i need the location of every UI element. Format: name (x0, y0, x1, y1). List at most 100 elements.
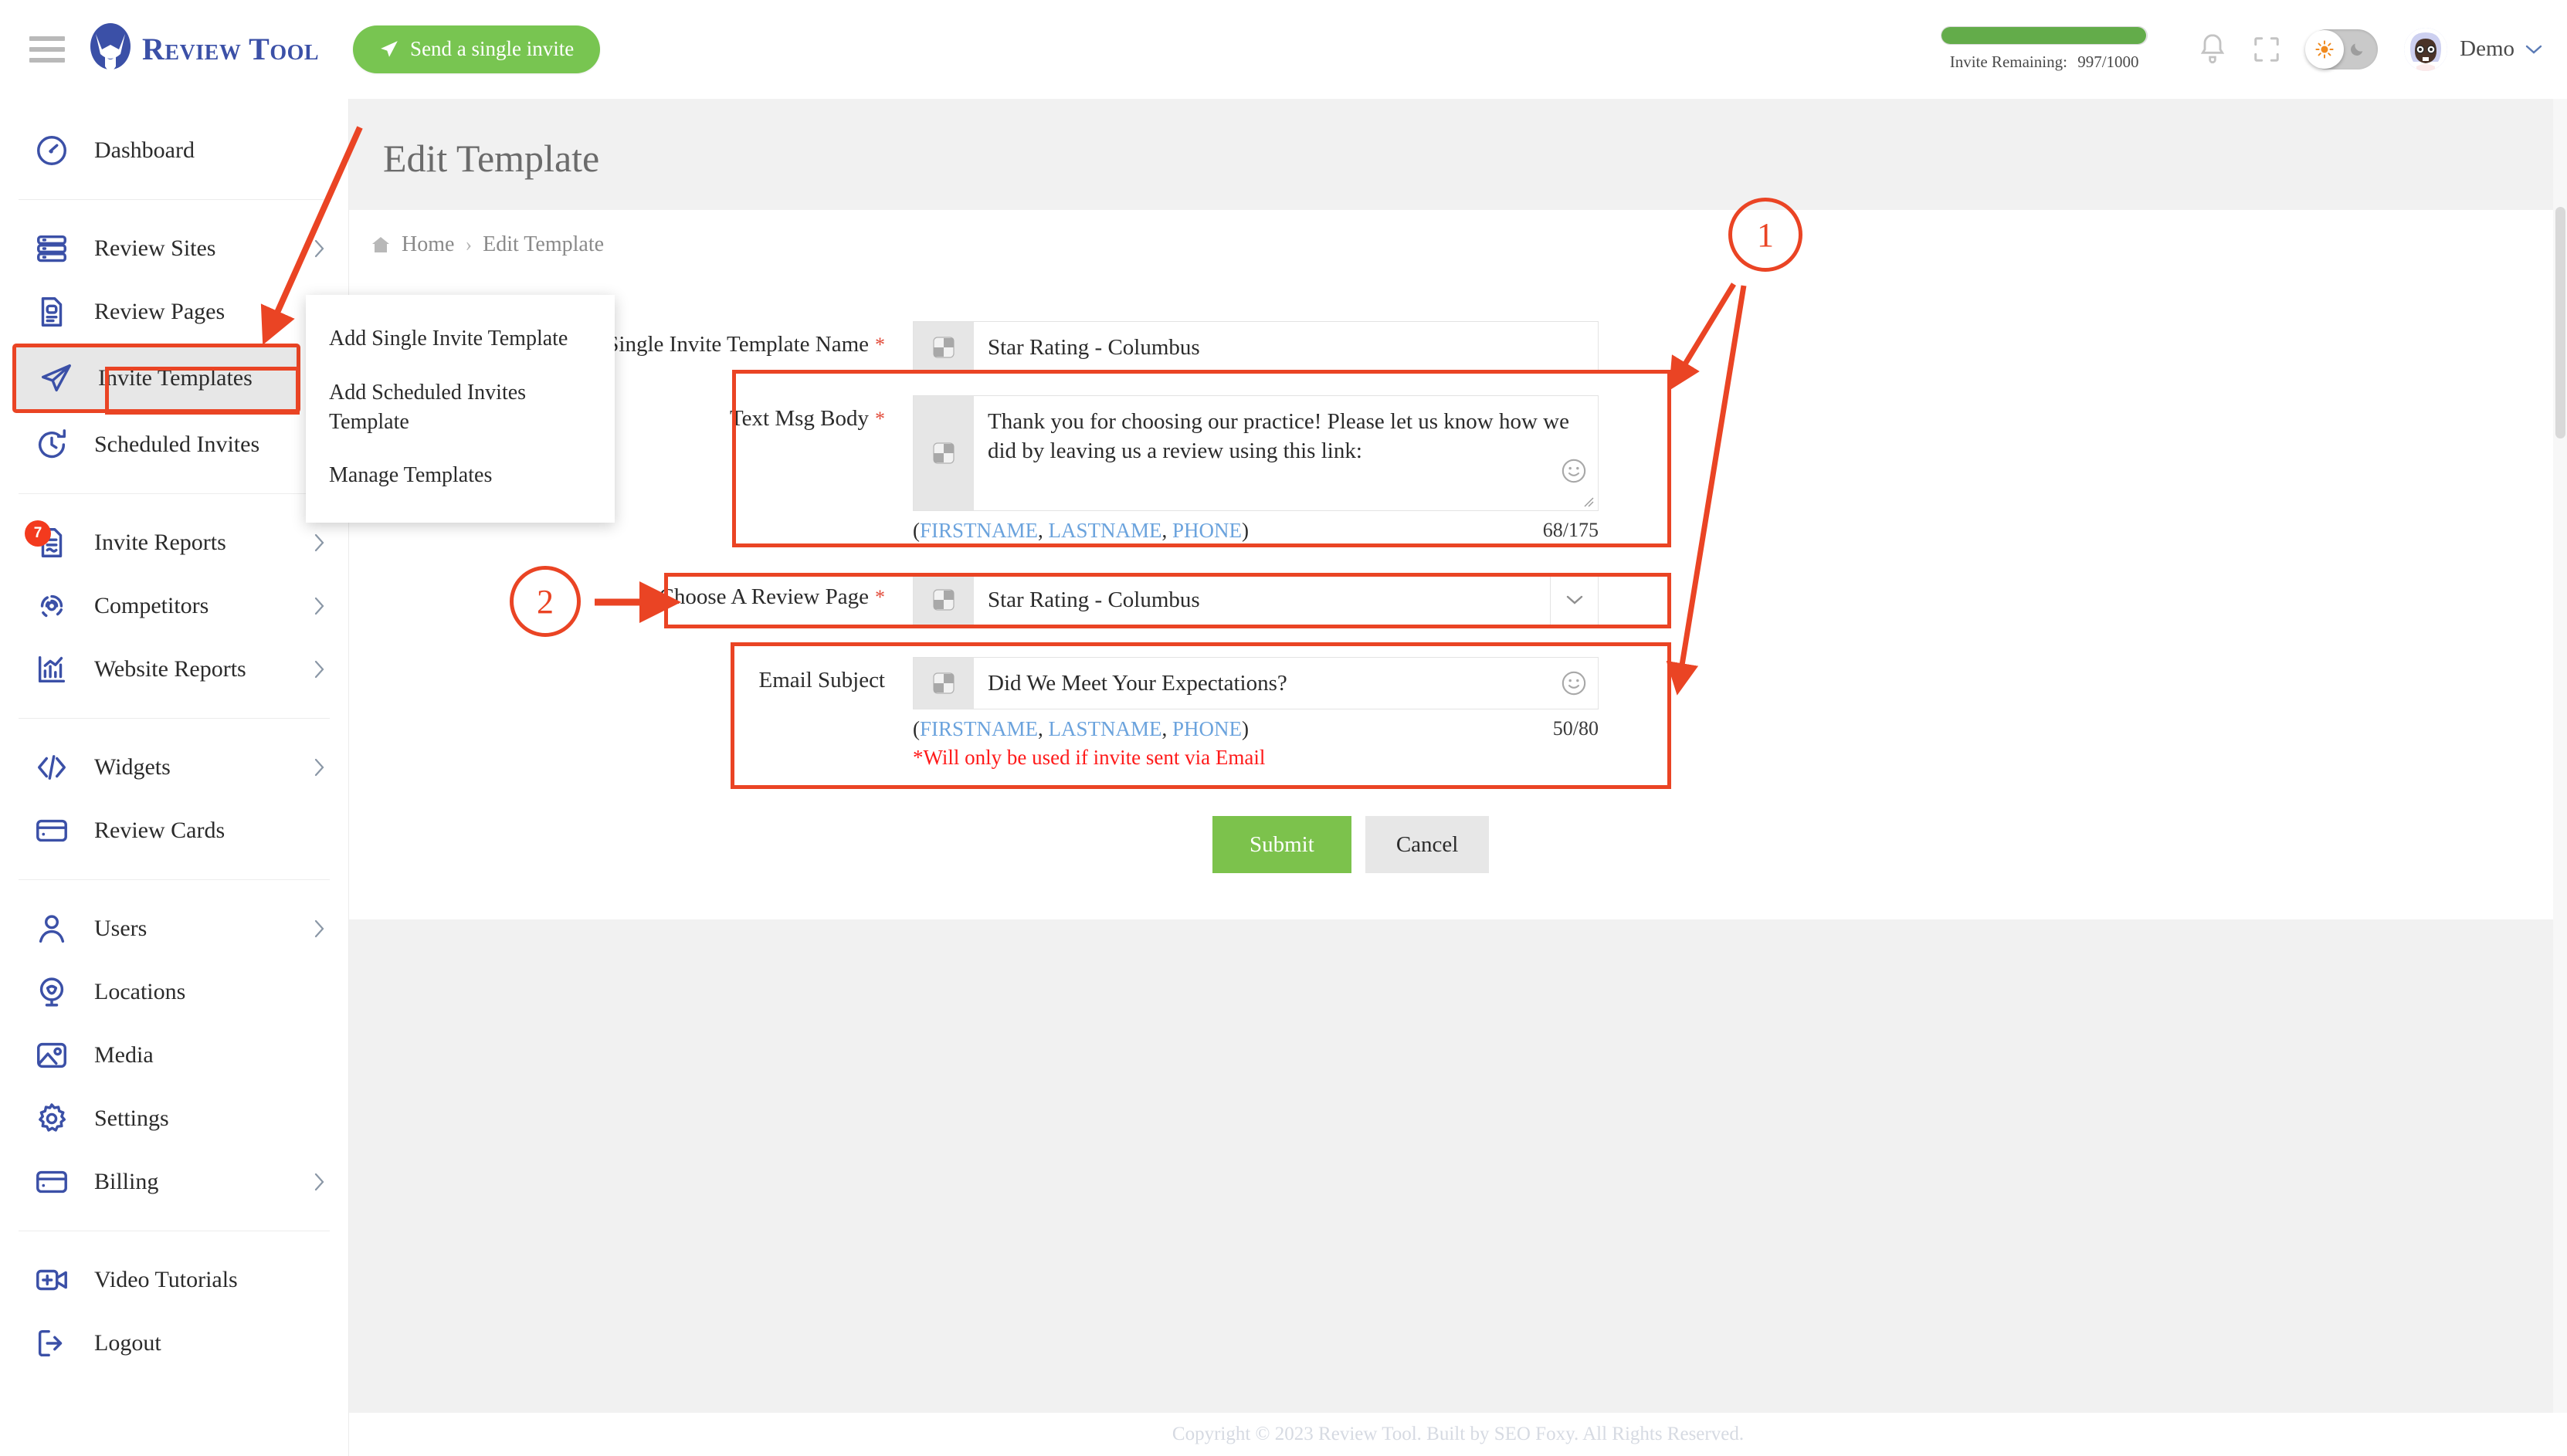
sidebar-item-dashboard[interactable]: Dashboard (0, 119, 348, 182)
text-msg-body-helper: (FIRSTNAME, LASTNAME, PHONE) 68/175 (913, 519, 1599, 543)
submenu-item-0[interactable]: Add Single Invite Template (306, 312, 615, 366)
image-icon (34, 1038, 74, 1072)
sidebar-badge-invite-reports: 7 (25, 520, 51, 547)
sidebar-item-label: Billing (94, 1169, 159, 1194)
template-name-input-group (913, 321, 1599, 374)
scrollbar-thumb[interactable] (2555, 207, 2565, 438)
form-row-email-subject: Email Subject Did We Meet Your Expectati… (349, 637, 2567, 780)
code-brackets-icon (37, 755, 66, 780)
sidebar-item-label: Review Sites (94, 235, 216, 261)
checkerboard-icon (933, 337, 955, 358)
token-phone[interactable]: PHONE (1172, 717, 1242, 740)
email-subject-char-counter: 50/80 (1552, 717, 1599, 740)
send-single-invite-button[interactable]: Send a single invite (353, 25, 601, 73)
chevron-down-icon[interactable] (2525, 44, 2542, 55)
chevron-right-icon (314, 597, 324, 615)
required-asterisk: * (875, 334, 885, 356)
page-document-icon (34, 295, 74, 329)
textarea-resize-handle[interactable] (1580, 493, 1594, 507)
person-icon (34, 912, 74, 946)
top-bar-right-cluster: Invite Remaining: 997/1000 Demo (1941, 26, 2567, 72)
page-footer: Copyright © 2023 Review Tool. Built by S… (349, 1413, 2567, 1456)
fingerprint-icon (34, 589, 74, 623)
sidebar-item-website-reports[interactable]: Website Reports (0, 638, 348, 701)
submenu-item-2[interactable]: Manage Templates (306, 449, 615, 503)
sidebar-item-label: Media (94, 1042, 154, 1068)
brand-logo[interactable]: Review Tool (86, 22, 319, 76)
fullscreen-icon[interactable] (2245, 28, 2288, 71)
fullscreen-expand-icon (2254, 36, 2279, 62)
cancel-button[interactable]: Cancel (1365, 816, 1490, 873)
token-lastname[interactable]: LASTNAME (1049, 717, 1162, 740)
gear-icon (34, 1102, 74, 1136)
hamburger-menu-icon[interactable] (29, 36, 65, 63)
token-phone[interactable]: PHONE (1172, 519, 1242, 542)
smiley-icon[interactable] (1561, 670, 1587, 696)
review-page-select[interactable]: Star Rating - Columbus (974, 574, 1550, 625)
submit-button[interactable]: Submit (1212, 816, 1351, 873)
sidebar-item-label: Logout (94, 1330, 161, 1356)
speedometer-icon (34, 134, 74, 168)
sidebar-item-scheduled-invites[interactable]: Scheduled Invites (0, 413, 348, 476)
breadcrumb-current: Edit Template (483, 232, 605, 256)
theme-toggle-switch[interactable] (2305, 29, 2379, 69)
notification-bell-icon[interactable] (2191, 28, 2234, 71)
token-lastname[interactable]: LASTNAME (1049, 519, 1162, 542)
placeholder-image-icon (914, 322, 974, 373)
text-msg-body-control: Thank you for choosing our practice! Ple… (913, 395, 1599, 543)
sidebar-item-invite-reports[interactable]: 7 Invite Reports (0, 511, 348, 574)
form-actions: Submit Cancel (349, 780, 2567, 873)
sidebar-item-media[interactable]: Media (0, 1024, 348, 1087)
template-name-control (913, 321, 1599, 374)
email-subject-control: (FIRSTNAME, LASTNAME, PHONE) 50/80 *Will… (913, 657, 1599, 770)
email-subject-tokens: (FIRSTNAME, LASTNAME, PHONE) (913, 717, 1250, 740)
template-name-input[interactable] (974, 322, 1598, 373)
vertical-scrollbar[interactable] (2553, 99, 2567, 1456)
sidebar-item-users[interactable]: Users (0, 897, 348, 960)
sidebar-divider (19, 199, 330, 200)
smiley-icon[interactable] (1561, 458, 1587, 484)
submenu-item-1[interactable]: Add Scheduled Invites Template (306, 366, 615, 449)
chevron-right-icon (314, 919, 324, 938)
sidebar-item-widgets[interactable]: Widgets (0, 736, 348, 799)
person-icon (39, 915, 65, 943)
token-firstname[interactable]: FIRSTNAME (920, 717, 1038, 740)
sidebar-divider (19, 718, 330, 719)
email-subject-input[interactable] (974, 658, 1598, 709)
sidebar-item-label: Settings (94, 1106, 169, 1131)
sidebar-item-logout[interactable]: Logout (0, 1312, 348, 1375)
sidebar-item-settings[interactable]: Settings (0, 1087, 348, 1150)
text-msg-body-textarea[interactable]: Thank you for choosing our practice! Ple… (974, 396, 1598, 510)
fingerprint-icon (40, 594, 63, 618)
theme-toggle-knob (2305, 29, 2345, 69)
sidebar-item-label: Video Tutorials (94, 1267, 238, 1292)
sidebar-item-video-tutorials[interactable]: Video Tutorials (0, 1248, 348, 1312)
user-name-label: Demo (2460, 36, 2514, 61)
hamburger-bar (29, 36, 65, 41)
hamburger-bar (29, 46, 65, 52)
sidebar-item-review-pages[interactable]: Review Pages (0, 280, 348, 344)
clock-refresh-icon (38, 429, 66, 459)
invite-remaining-meter: Invite Remaining: 997/1000 (1941, 26, 2148, 72)
bell-icon (2200, 33, 2225, 63)
image-icon (37, 1042, 66, 1068)
sidebar-item-label: Invite Reports (94, 530, 226, 555)
breadcrumb-separator: › (465, 233, 473, 256)
breadcrumb-home-link[interactable]: Home (402, 232, 454, 257)
sidebar-item-invite-templates[interactable]: Invite Templates (12, 344, 300, 413)
sidebar-item-locations[interactable]: Locations (0, 960, 348, 1024)
sidebar-item-review-sites[interactable]: Review Sites (0, 217, 348, 280)
sidebar-item-label: Invite Templates (98, 365, 253, 391)
sidebar-item-billing[interactable]: Billing (0, 1150, 348, 1214)
sidebar-item-competitors[interactable]: Competitors (0, 574, 348, 638)
user-avatar[interactable] (2404, 27, 2448, 71)
sidebar-item-review-cards[interactable]: Review Cards (0, 799, 348, 862)
breadcrumb: Home › Edit Template (349, 210, 2567, 279)
sun-icon (2315, 39, 2334, 59)
send-single-invite-label: Send a single invite (410, 37, 575, 60)
review-page-select-caret[interactable] (1550, 574, 1598, 625)
token-firstname[interactable]: FIRSTNAME (920, 519, 1038, 542)
chevron-right-icon (314, 239, 324, 258)
invite-remaining-label: Invite Remaining: 997/1000 (1950, 52, 2139, 72)
sidebar-item-label: Widgets (94, 754, 171, 780)
